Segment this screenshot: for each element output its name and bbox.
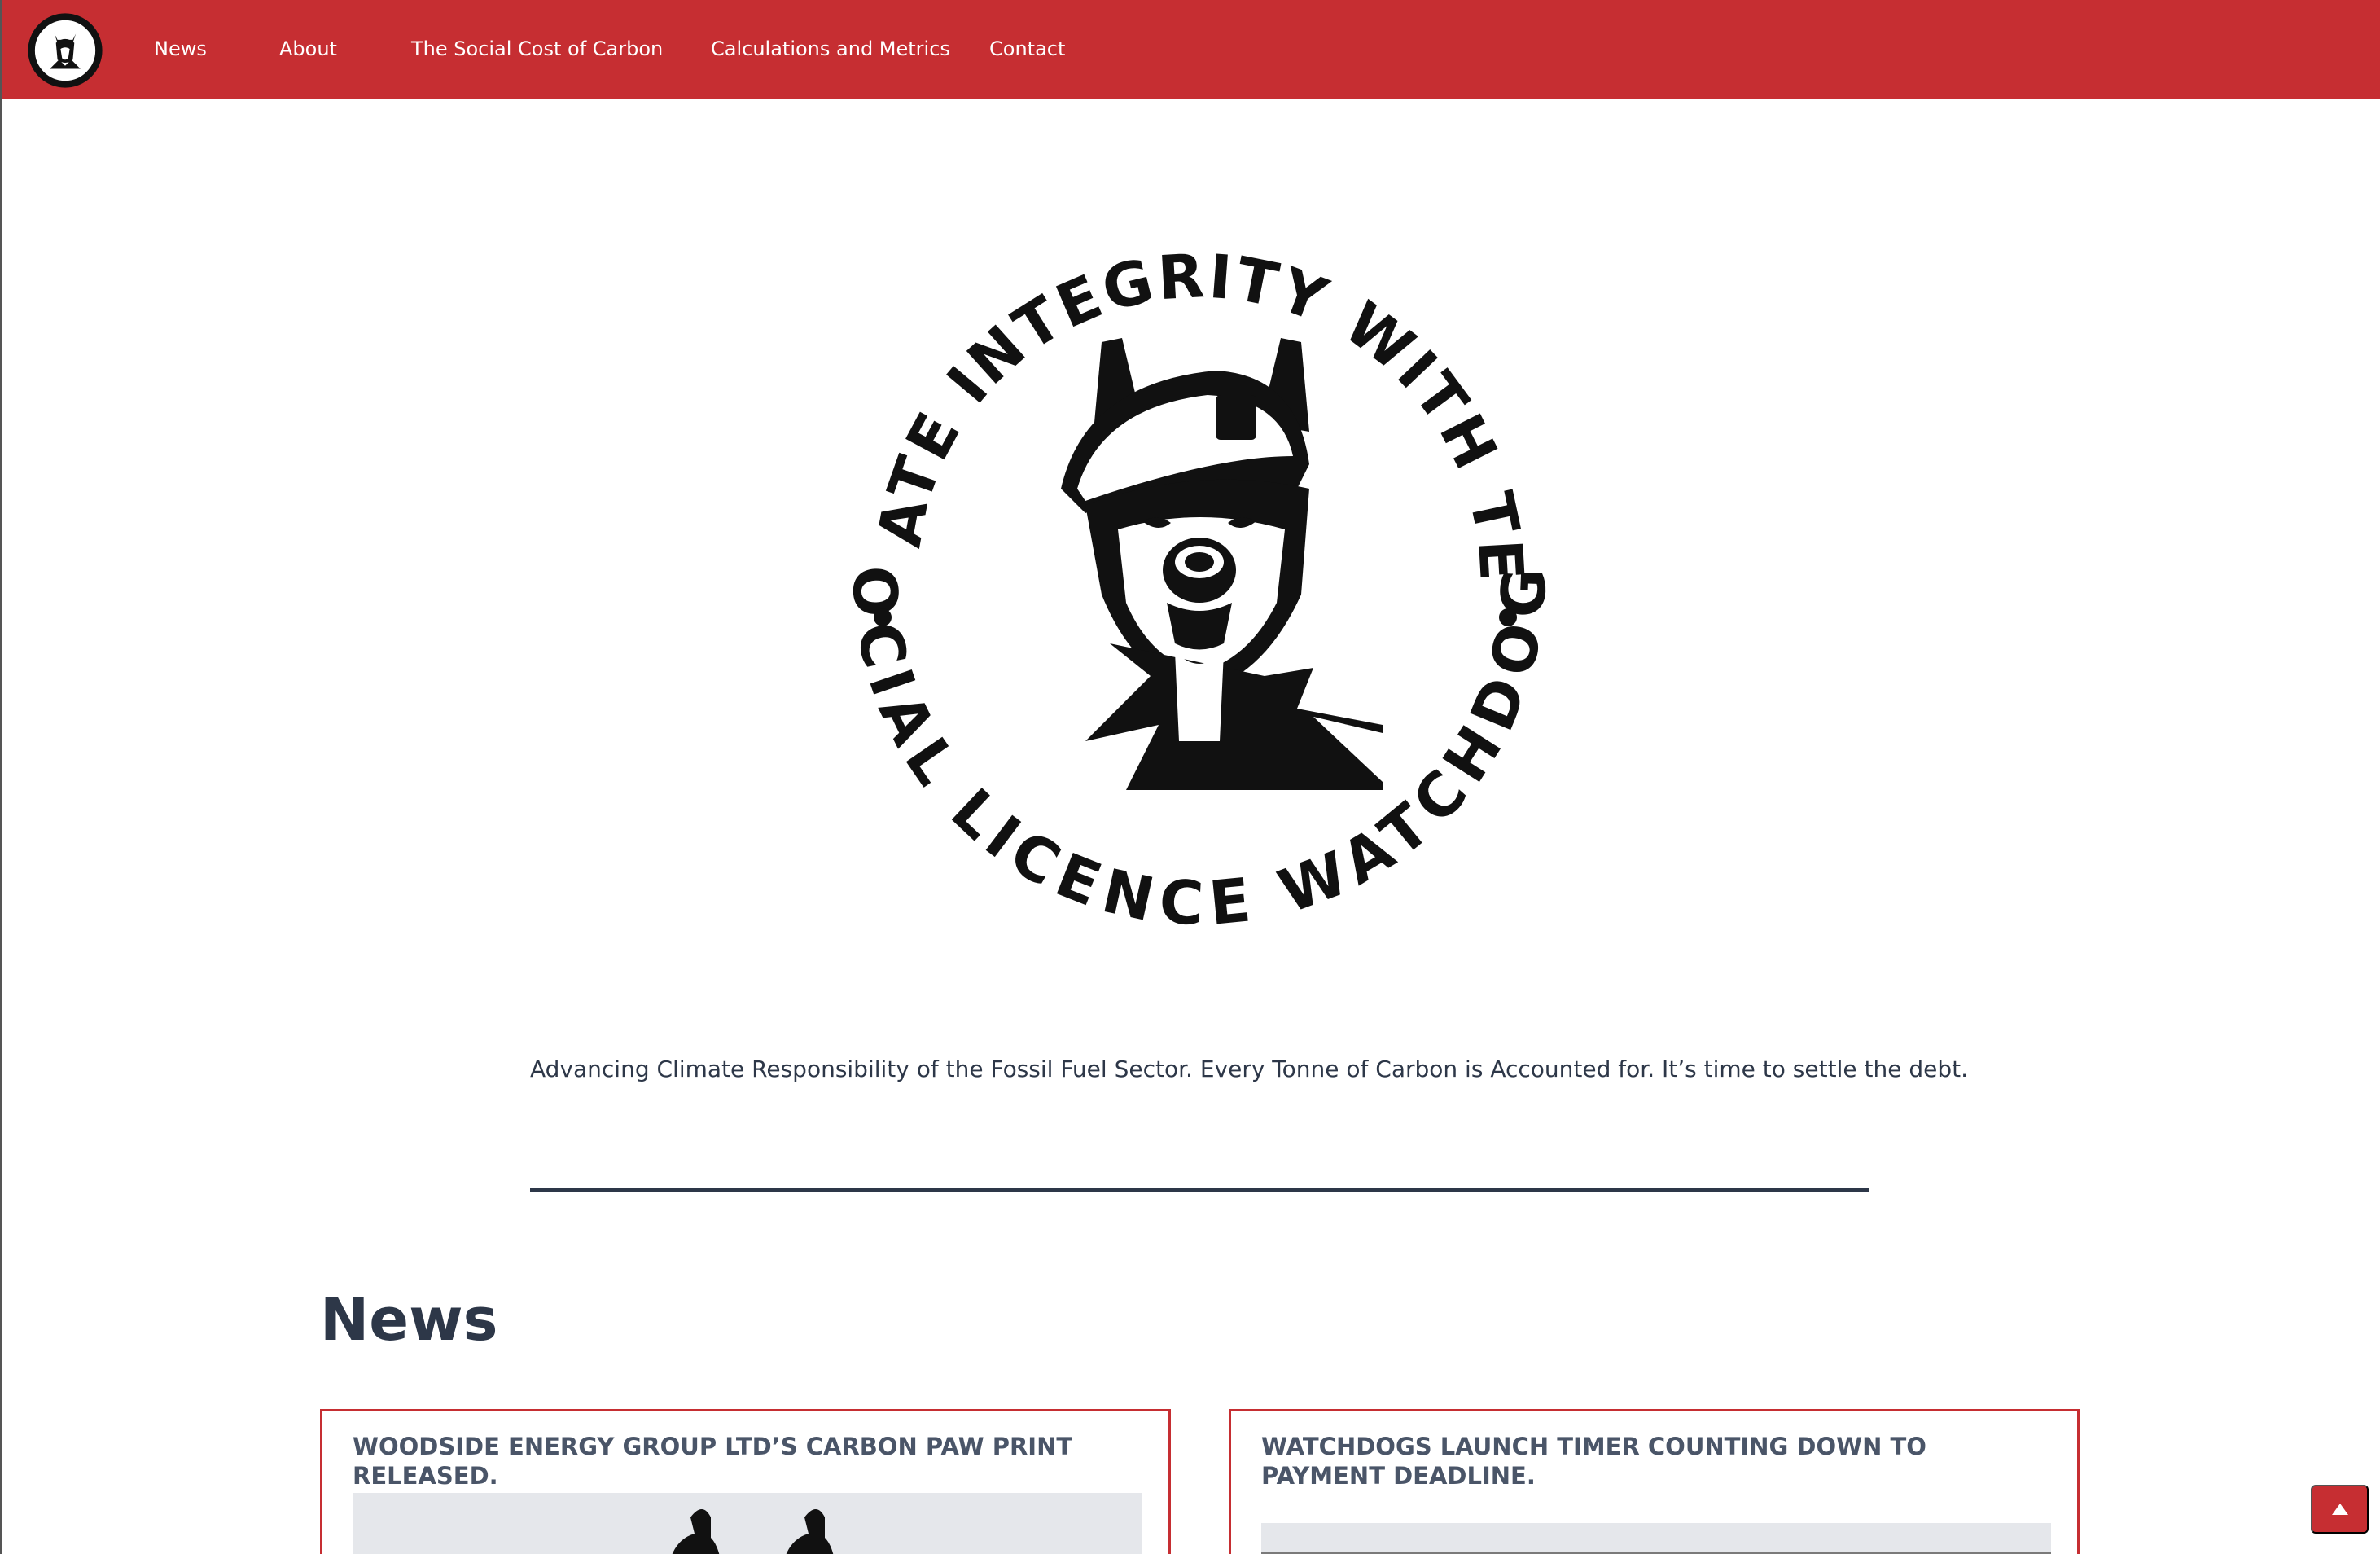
logo-dot-right	[1499, 608, 1517, 626]
nav-social-cost-of-carbon[interactable]: The Social Cost of Carbon	[411, 37, 663, 60]
news-card-title[interactable]: WOODSIDE ENERGY GROUP LTD’S CARBON PAW P…	[353, 1432, 1142, 1490]
watchdog-logo-small-icon	[28, 13, 103, 88]
news-card-image[interactable]	[353, 1493, 1142, 1554]
logo-dot-left	[874, 608, 892, 626]
news-card[interactable]: WATCHDOGS LAUNCH TIMER COUNTING DOWN TO …	[1229, 1409, 2080, 1554]
news-card-title[interactable]: WATCHDOGS LAUNCH TIMER COUNTING DOWN TO …	[1261, 1432, 2051, 1490]
nav-contact[interactable]: Contact	[989, 37, 1065, 60]
news-card[interactable]: WOODSIDE ENERGY GROUP LTD’S CARBON PAW P…	[320, 1409, 1171, 1554]
top-nav-bar: News About The Social Cost of Carbon Cal…	[2, 0, 2380, 99]
site-logo-link[interactable]	[27, 12, 103, 89]
nav-news[interactable]: News	[154, 37, 207, 60]
caret-up-icon	[2331, 1504, 2348, 1515]
nav-about[interactable]: About	[279, 37, 337, 60]
paw-print-icon	[672, 1509, 834, 1554]
doberman-illustration	[1061, 338, 1383, 790]
hero-tagline: Advancing Climate Responsibility of the …	[530, 1056, 1968, 1082]
hero-watchdog-logo: CLIMATE INTEGRITY WITH TEETH SOCIAL LICE…	[841, 220, 1558, 937]
news-card-image[interactable]	[1261, 1523, 2051, 1554]
news-section-heading: News	[320, 1285, 498, 1354]
scroll-to-top-button[interactable]	[2311, 1485, 2369, 1534]
nav-calculations-and-metrics[interactable]: Calculations and Metrics	[711, 37, 950, 60]
page: News About The Social Cost of Carbon Cal…	[0, 0, 2380, 1554]
section-divider	[530, 1188, 1869, 1192]
